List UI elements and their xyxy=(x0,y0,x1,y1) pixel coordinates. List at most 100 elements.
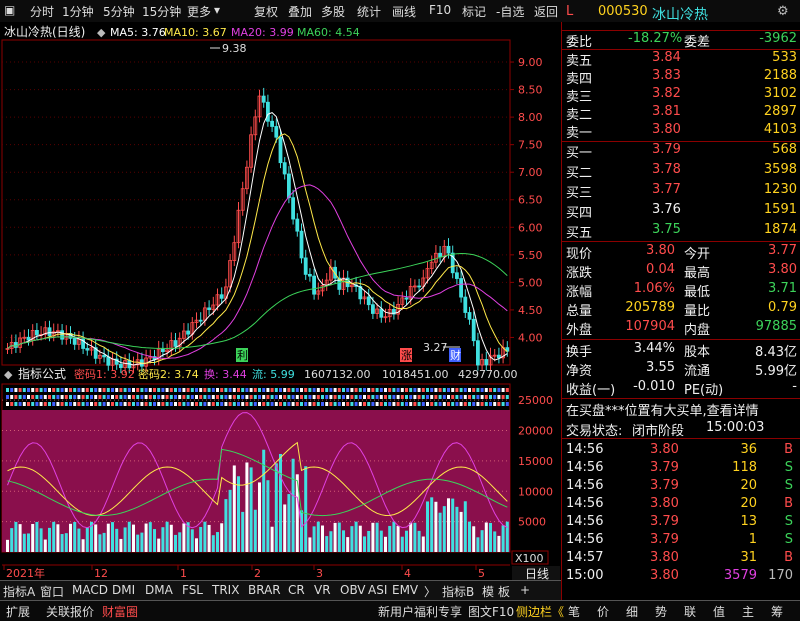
tool-f10[interactable]: F10 xyxy=(429,3,451,17)
signal-dot xyxy=(182,388,186,392)
tool-zixuan[interactable]: -自选 xyxy=(496,3,524,20)
panel-tab[interactable]: 细 xyxy=(626,603,638,620)
chart-settings-icon[interactable]: ◆ xyxy=(97,26,106,39)
volume-bar xyxy=(375,522,379,552)
indicator-toggle-icon[interactable]: ◆ xyxy=(4,368,13,381)
panel-tab[interactable]: 联 xyxy=(684,603,696,620)
indicator-mm2: 密码2: 3.74 xyxy=(138,367,199,381)
signal-dot xyxy=(274,388,278,392)
period-tab-1min[interactable]: 1分钟 xyxy=(62,3,94,20)
ask-price: 3.84 xyxy=(652,50,681,65)
indicator-tab[interactable]: 模 xyxy=(482,583,494,600)
tool-back[interactable]: 返回 xyxy=(534,3,558,20)
volume-bar xyxy=(325,536,329,552)
indicator-tab[interactable]: 指标B xyxy=(442,583,474,600)
panel-tab[interactable]: 筹 xyxy=(771,603,783,620)
tick-row: 15:00 3.80 3579 170 xyxy=(562,568,800,586)
tick-time: 14:57 xyxy=(566,550,604,565)
tool-duogu[interactable]: 多股 xyxy=(321,3,345,20)
status-f10[interactable]: 图文F10 xyxy=(468,603,514,620)
indicator-tab[interactable]: 〉 xyxy=(424,583,436,600)
volume-bar xyxy=(119,538,123,552)
signal-dot xyxy=(140,395,144,399)
stat-value: 205789 xyxy=(625,300,675,315)
panel-tab[interactable]: 笔 xyxy=(568,603,580,620)
indicator-huan: 换: 3.44 xyxy=(204,367,247,381)
gear-icon[interactable]: ⚙ xyxy=(777,4,789,19)
period-tab-more[interactable]: 更多 xyxy=(187,3,211,20)
volume-bar xyxy=(493,531,497,552)
tick-direction: S xyxy=(784,460,793,475)
signal-dot xyxy=(249,388,253,392)
signal-dot xyxy=(144,388,148,392)
signal-dot xyxy=(493,402,497,406)
panel-tab[interactable]: 主 xyxy=(742,603,754,620)
signal-dot xyxy=(18,395,22,399)
signal-dot xyxy=(455,395,459,399)
weicha-value: -3962 xyxy=(759,31,797,46)
status-expand[interactable]: 扩展 xyxy=(6,603,30,620)
indicator-tab[interactable]: BRAR xyxy=(248,583,281,597)
signal-dot xyxy=(94,402,98,406)
panel-tab[interactable]: 值 xyxy=(713,603,725,620)
signal-dot xyxy=(493,395,497,399)
ask-volume: 2188 xyxy=(763,68,797,83)
indicator-tab[interactable]: FSL xyxy=(182,583,203,597)
tool-diejia[interactable]: 叠加 xyxy=(288,3,312,20)
signal-dot xyxy=(186,388,190,392)
signal-dot xyxy=(321,395,324,399)
window-menu-icon[interactable]: ▣ xyxy=(4,3,15,17)
candle-body xyxy=(60,330,64,340)
status-wealth-circle[interactable]: 财富圈 xyxy=(102,603,138,620)
indicator-tab[interactable]: DMI xyxy=(112,583,135,597)
signal-dot xyxy=(27,388,30,392)
kline-chart-area[interactable]: 9.00 8.50 8.00 7.50 7.00 6.50 6.00 5.50 5.00 4.50… xyxy=(0,22,561,580)
volume-bar xyxy=(312,526,316,552)
indicator-tab[interactable]: CR xyxy=(288,583,305,597)
tool-tongji[interactable]: 统计 xyxy=(357,3,381,20)
panel-tab[interactable]: 价 xyxy=(597,603,609,620)
indicator-tab[interactable]: ASI xyxy=(368,583,387,597)
signal-dot xyxy=(199,388,203,392)
tool-biaoji[interactable]: 标记 xyxy=(462,3,486,20)
signal-dot xyxy=(237,402,240,406)
indicator-tab[interactable]: 板 xyxy=(498,583,510,600)
indicator-tab[interactable]: 窗口 xyxy=(40,583,64,600)
chevron-down-icon[interactable]: ▾ xyxy=(214,3,220,17)
indicator-tab[interactable]: TRIX xyxy=(212,583,239,597)
bid-price: 3.76 xyxy=(652,202,681,217)
panel-tab[interactable]: 势 xyxy=(655,603,667,620)
signal-dot xyxy=(253,395,257,399)
indicator-tab[interactable]: VR xyxy=(314,583,331,597)
volume-bar xyxy=(379,530,383,552)
signal-dot xyxy=(447,402,450,406)
big-order-notice[interactable]: 在买盘***位置有大买单,查看详情 xyxy=(562,400,800,419)
indicator-tab[interactable]: 指标A xyxy=(3,583,35,600)
ask-volume: 4103 xyxy=(763,122,797,137)
quote-header: L 000530 冰山冷热 ⚙ xyxy=(562,4,800,30)
status-new-user[interactable]: 新用户福利专享 xyxy=(378,603,462,620)
indicator-tab[interactable]: OBV xyxy=(340,583,366,597)
indicator-tab[interactable]: DMA xyxy=(145,583,173,597)
period-tab-5min[interactable]: 5分钟 xyxy=(103,3,135,20)
tick-row: 14:56 3.79 20 S xyxy=(562,478,800,496)
status-sidebar[interactable]: 侧边栏《 xyxy=(516,603,564,620)
signal-dot xyxy=(245,402,249,406)
tick-time: 14:56 xyxy=(566,496,604,511)
period-tab-fenshi[interactable]: 分时 xyxy=(30,3,54,20)
tool-huaxian[interactable]: 画线 xyxy=(392,3,416,20)
volume-axis-label: 15000 xyxy=(518,455,553,468)
volume-bar xyxy=(472,526,476,552)
period-tab-15min[interactable]: 15分钟 xyxy=(142,3,181,20)
volume-bar xyxy=(157,538,161,552)
tool-fuquan[interactable]: 复权 xyxy=(254,3,278,20)
signal-dot xyxy=(279,395,282,399)
status-related-quote[interactable]: 关联报价 xyxy=(46,603,94,620)
candle-body xyxy=(72,337,77,345)
indicator-tab[interactable]: MACD xyxy=(72,583,108,597)
indicator-tab[interactable]: + xyxy=(520,583,530,597)
signal-dot xyxy=(123,402,127,406)
volume-bar xyxy=(211,535,215,552)
volume-bar xyxy=(363,536,366,552)
indicator-tab[interactable]: EMV xyxy=(392,583,418,597)
